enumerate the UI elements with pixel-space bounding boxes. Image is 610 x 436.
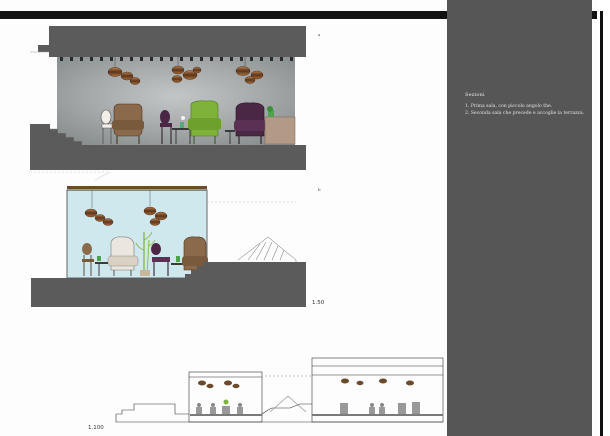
sheet-border bbox=[600, 11, 603, 436]
section-two-ceiling bbox=[67, 186, 207, 189]
overview-interior bbox=[190, 378, 443, 416]
scale-label-upper: 1.50 bbox=[312, 300, 325, 306]
panel-list: 1. Prima sala, con piccolo angolo the. 2… bbox=[465, 103, 590, 117]
terrace-roof bbox=[237, 236, 297, 261]
section-one: a bbox=[30, 26, 321, 181]
panel-title: Sezioni bbox=[465, 92, 485, 98]
section-marker-b: b bbox=[318, 187, 321, 192]
sheet-margin bbox=[597, 0, 610, 436]
scale-label-lower: 1.100 bbox=[88, 425, 104, 431]
section-marker-a: a bbox=[318, 32, 321, 37]
roof-overhang bbox=[38, 45, 50, 52]
section-drawings: a b bbox=[30, 26, 444, 423]
drawing-sheet: a b 1.50 1.100 Sezioni 1. Prima sala, co… bbox=[0, 0, 610, 436]
ceiling-slab bbox=[49, 26, 306, 57]
description-panel bbox=[447, 0, 592, 436]
section-overview bbox=[115, 357, 444, 423]
panel-item: 2. Seconda sala che precede e accoglie l… bbox=[465, 111, 585, 116]
section-two: b bbox=[31, 186, 321, 307]
panel-item: 1. Prima sala, con piccolo angolo the. bbox=[465, 104, 553, 109]
